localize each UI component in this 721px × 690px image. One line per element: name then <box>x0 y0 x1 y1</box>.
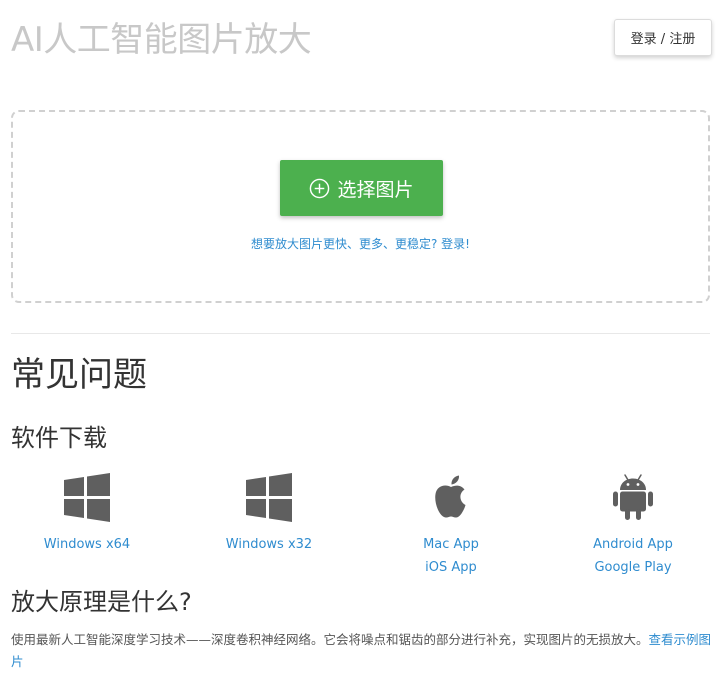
android-app-link[interactable]: Android App <box>553 533 713 556</box>
ios-app-link[interactable]: iOS App <box>371 556 531 579</box>
login-register-button[interactable]: 登录 / 注册 <box>614 19 712 56</box>
download-windows-x32: Windows x32 <box>189 472 349 556</box>
windows-x32-link[interactable]: Windows x32 <box>189 533 349 556</box>
select-image-label: 选择图片 <box>337 178 414 201</box>
principle-text: 使用最新人工智能深度学习技术——深度卷积神经网络。它会将噪点和锯齿的部分进行补充… <box>11 632 649 647</box>
faq-title: 常见问题 <box>11 355 147 395</box>
principle-title: 放大原理是什么? <box>11 588 192 616</box>
windows-icon <box>64 473 110 522</box>
download-apple: Mac App iOS App <box>371 472 531 579</box>
plus-circle-icon <box>310 178 330 198</box>
download-windows-x64: Windows x64 <box>7 472 167 556</box>
windows-icon <box>246 473 292 522</box>
google-play-link[interactable]: Google Play <box>553 556 713 579</box>
login-hint-link[interactable]: 想要放大图片更快、更多、更稳定? 登录! <box>13 235 708 252</box>
app-title: AI人工智能图片放大 <box>11 20 312 60</box>
download-section-title: 软件下载 <box>11 424 107 452</box>
download-android: Android App Google Play <box>553 472 713 579</box>
android-icon <box>613 474 653 520</box>
divider <box>11 333 710 334</box>
upload-dropzone[interactable]: 选择图片 想要放大图片更快、更多、更稳定? 登录! <box>11 110 710 303</box>
select-image-button[interactable]: 选择图片 <box>280 160 443 216</box>
principle-description: 使用最新人工智能深度学习技术——深度卷积神经网络。它会将噪点和锯齿的部分进行补充… <box>11 629 713 673</box>
windows-x64-link[interactable]: Windows x64 <box>7 533 167 556</box>
apple-icon <box>435 475 466 518</box>
mac-app-link[interactable]: Mac App <box>371 533 531 556</box>
